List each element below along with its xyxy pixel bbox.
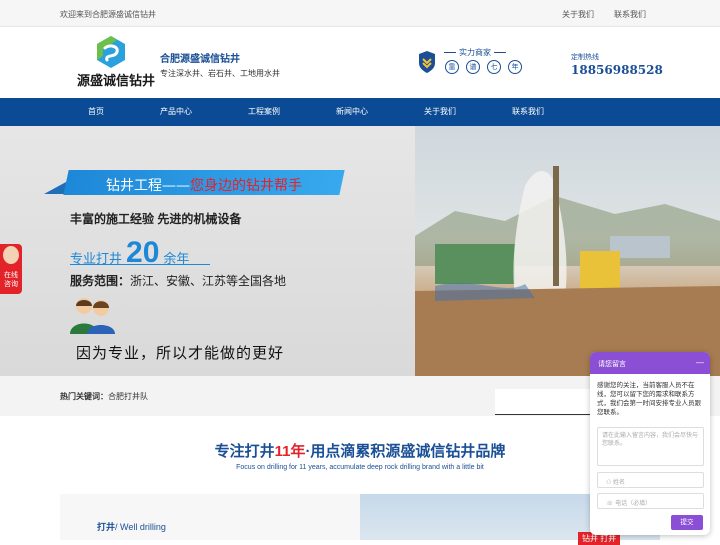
nav-item-home[interactable]: 首页 <box>61 98 131 126</box>
title-highlight: 11年 <box>274 443 306 460</box>
drilling-site-photo <box>415 126 720 376</box>
keyword-link[interactable]: 合肥打井队 <box>108 392 148 401</box>
badge-char: 七 <box>487 60 501 74</box>
customer-service-avatars-icon <box>70 298 115 334</box>
keywords-label: 热门关键词： <box>60 392 108 401</box>
name-field[interactable]: ⚇ 姓名 <box>597 472 704 488</box>
banner-motto: 因为专业，所以才能做的更好 <box>76 344 285 362</box>
message-textarea[interactable]: 请在此输入留言内容，我们会尽快与您联系。 <box>597 427 704 466</box>
top-link-about[interactable]: 关于我们 <box>562 9 594 20</box>
top-bar: 欢迎来到合肥源盛诚信钻井 关于我们 联系我们 <box>0 0 720 27</box>
chat-title: 请您留言 <box>598 361 626 368</box>
banner-years: 专业打井 20 余年 <box>70 236 189 269</box>
shield-badge-icon <box>419 51 435 73</box>
slogan-highlight: 您身边的钻井帮手 <box>190 178 302 194</box>
chat-message: 感谢您的关注，当前客服人员不在线，您可以留下您的需求和联系方式，我们会第一时间安… <box>597 382 701 416</box>
card-title-en: / Well drilling <box>115 522 166 532</box>
consult-label-2: 咨询 <box>4 281 18 288</box>
nav-item-cases[interactable]: 工程案例 <box>229 98 299 126</box>
badge-title-text: 实力商家 <box>459 48 491 57</box>
phone-icon: ☏ <box>606 501 616 507</box>
top-links: 关于我们 联系我们 <box>562 9 646 20</box>
company-name: 合肥源盛诚信钻井 <box>160 54 240 65</box>
range-label: 服务范围： <box>70 274 131 288</box>
drilling-scene-illustration <box>415 166 720 376</box>
banner-slogan: 钻井工程——您身边的钻井帮手 <box>106 175 302 195</box>
main-nav: 首页 产品中心 工程案例 新闻中心 关于我们 联系我们 <box>0 98 720 126</box>
chat-header[interactable]: 请您留言 — <box>590 352 710 374</box>
product-card[interactable] <box>60 494 360 540</box>
badge-char: 靠 <box>445 60 459 74</box>
phone-placeholder: 电话（必填） <box>615 501 652 507</box>
nav-item-contact[interactable]: 联系我们 <box>493 98 563 126</box>
hotline-number[interactable]: 18856988528 <box>571 63 663 77</box>
name-placeholder: 姓名 <box>613 480 626 486</box>
logo-icon[interactable] <box>93 34 129 70</box>
product-card-title[interactable]: 打井/ Well drilling <box>97 520 166 533</box>
nav-item-about[interactable]: 关于我们 <box>405 98 475 126</box>
hotline-label: 定制热线 <box>571 54 599 61</box>
badge-char: 年 <box>508 60 522 74</box>
slogan-prefix: 钻井工程—— <box>106 178 190 194</box>
title-part-a: 专注打井 <box>214 443 275 460</box>
divider <box>70 264 210 265</box>
nav-item-news[interactable]: 新闻中心 <box>317 98 387 126</box>
badge-char: 谱 <box>466 60 480 74</box>
top-link-contact[interactable]: 联系我们 <box>614 9 646 20</box>
banner-line-experience: 丰富的施工经验 先进的机械设备 <box>70 212 242 226</box>
nav-item-products[interactable]: 产品中心 <box>141 98 211 126</box>
hero-banner[interactable]: 钻井工程——您身边的钻井帮手 丰富的施工经验 先进的机械设备 专业打井 20 余… <box>0 126 720 376</box>
title-part-b: ·用点滴累积源盛诚信钻井品牌 <box>305 443 506 460</box>
submit-button[interactable]: 提交 <box>671 515 703 530</box>
welcome-text: 欢迎来到合肥源盛诚信钻井 <box>60 10 156 19</box>
hot-keywords: 热门关键词：合肥打井队 <box>60 391 148 402</box>
user-icon: ⚇ <box>606 480 614 486</box>
years-number: 20 <box>126 236 160 269</box>
consult-label-1: 在线 <box>4 272 18 279</box>
company-tagline: 专注深水井、岩石井、工地用水井 <box>160 69 280 78</box>
minimize-icon[interactable]: — <box>696 358 704 367</box>
card-title-cn: 打井 <box>97 522 116 532</box>
service-range: 服务范围：浙江、安徽、江苏等全国各地 <box>70 272 286 289</box>
badge-title: 实力商家 <box>444 47 506 58</box>
phone-field[interactable]: ☏ 电话（必填） <box>597 493 704 509</box>
service-agent-icon <box>3 246 19 264</box>
range-value: 浙江、安徽、江苏等全国各地 <box>130 274 287 288</box>
slogan-corner <box>44 182 66 194</box>
logo-text[interactable]: 源盛诚信钻井 <box>77 70 155 89</box>
badge-chars: 靠 谱 七 年 <box>445 60 522 74</box>
message-widget: 请您留言 — 感谢您的关注，当前客服人员不在线，您可以留下您的需求和联系方式，我… <box>590 352 710 535</box>
